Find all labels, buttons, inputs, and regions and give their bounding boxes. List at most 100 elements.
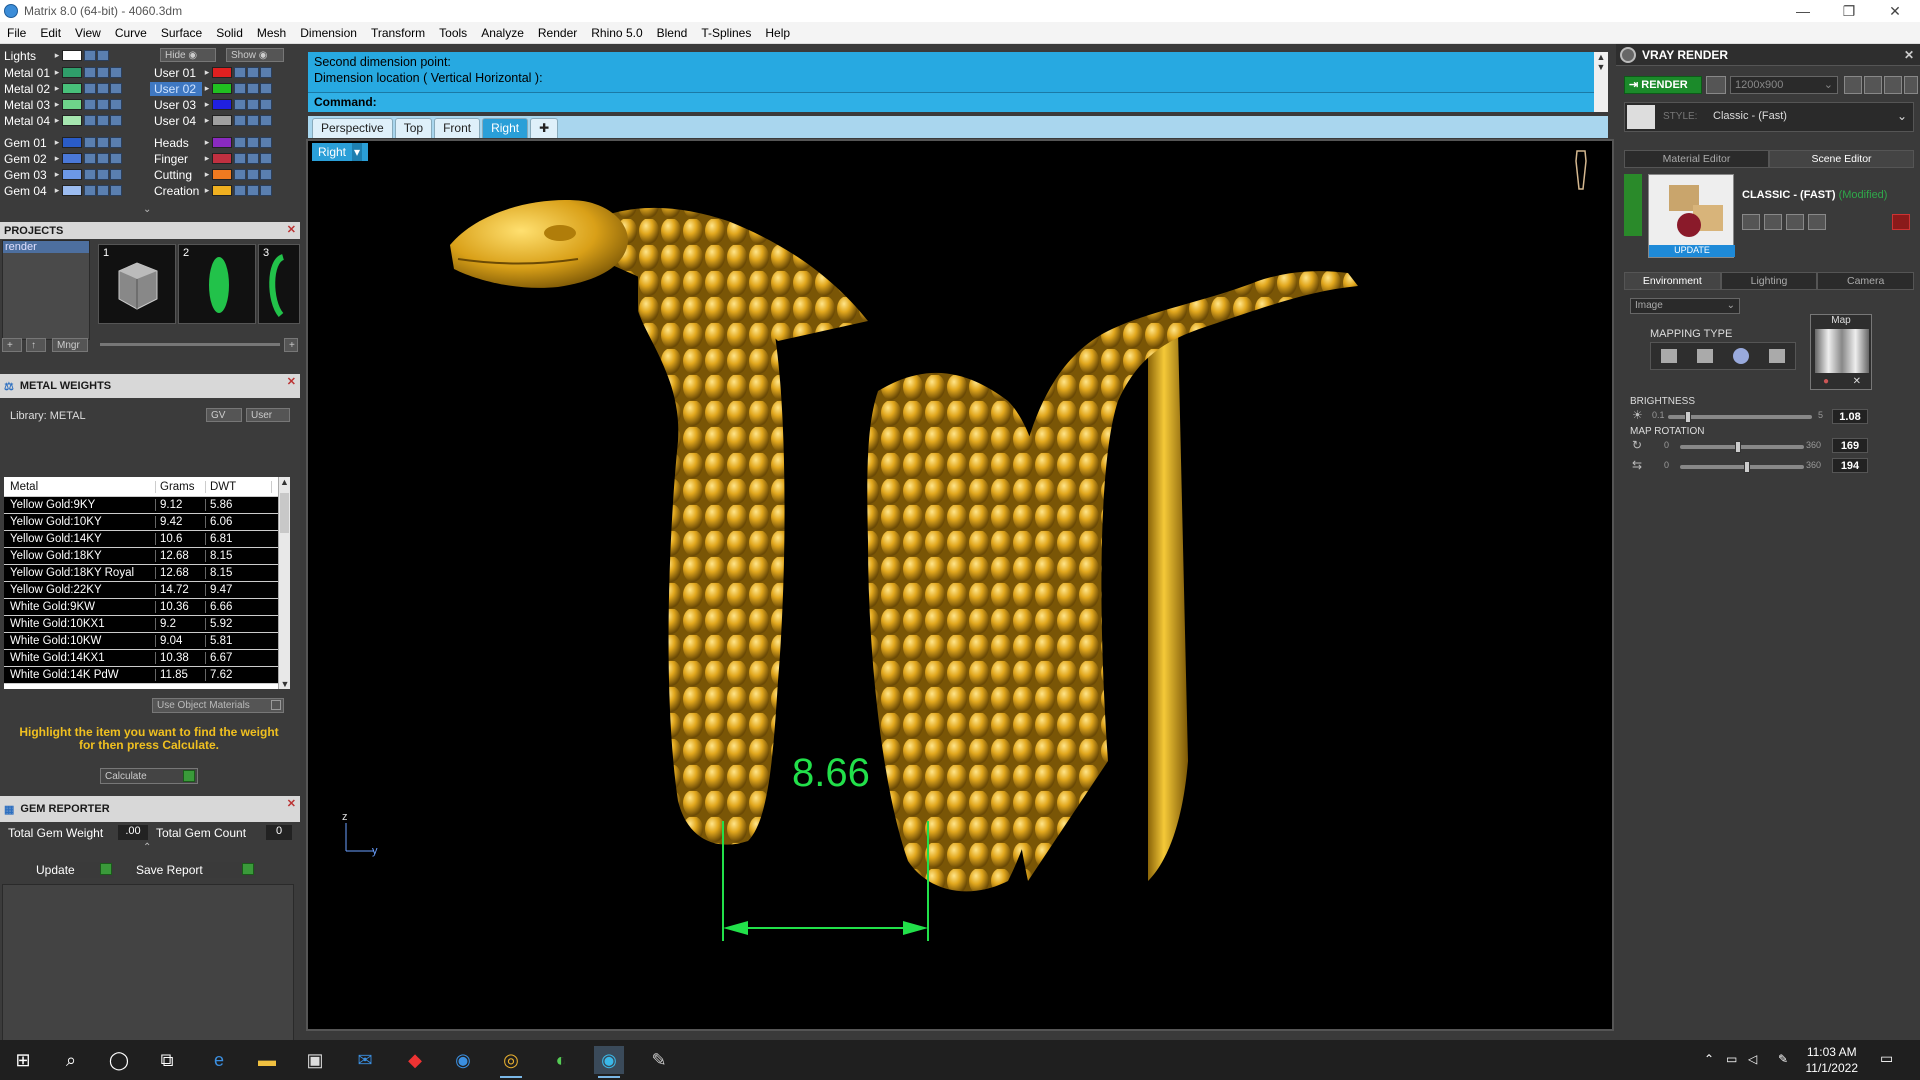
menu-rhino[interactable]: Rhino 5.0 [584, 22, 649, 44]
visibility-icon[interactable] [247, 153, 259, 164]
frame-buffer-icon[interactable] [1864, 76, 1882, 94]
visibility-icon[interactable] [97, 115, 109, 126]
layer-color-swatch[interactable] [62, 83, 82, 94]
col-metal[interactable]: Metal [4, 480, 156, 493]
layer-option-icon[interactable] [260, 115, 272, 126]
file-explorer-icon[interactable]: ▬ [252, 1046, 282, 1074]
visibility-icon[interactable] [97, 50, 109, 61]
arrow-icon[interactable]: ▸ [52, 169, 62, 180]
rotation1-slider-knob[interactable] [1735, 441, 1742, 453]
cortana-icon[interactable]: ◯ [104, 1046, 134, 1074]
lock-icon[interactable] [84, 99, 96, 110]
arrow-icon[interactable]: ▸ [202, 83, 212, 94]
project-thumb-3[interactable]: 3 [258, 244, 300, 324]
up-arrow-button[interactable]: ↑ [26, 338, 46, 352]
app-red-icon[interactable]: ◆ [400, 1046, 430, 1074]
arrow-icon[interactable]: ▸ [202, 185, 212, 196]
close-icon[interactable]: ✕ [287, 375, 296, 388]
visibility-icon[interactable] [97, 67, 109, 78]
layer-option-icon[interactable] [110, 137, 122, 148]
matrix-app-icon[interactable]: ◉ [594, 1046, 624, 1078]
lock-icon[interactable] [84, 67, 96, 78]
brightness-slider-knob[interactable] [1685, 411, 1692, 423]
add-icon[interactable] [1786, 214, 1804, 230]
style-selector[interactable]: STYLE: Classic - (Fast) ⌄ [1624, 102, 1914, 132]
layer-color-swatch[interactable] [62, 137, 82, 148]
layer-row[interactable]: Gem 04 ▸ [0, 183, 123, 198]
layer-option-icon[interactable] [260, 99, 272, 110]
layer-color-swatch[interactable] [212, 185, 232, 196]
arrow-icon[interactable]: ▸ [52, 99, 62, 110]
resolution-dropdown[interactable]: 1200x900 ⌄ [1730, 76, 1838, 94]
menu-render[interactable]: Render [531, 22, 584, 44]
add-project-button[interactable]: + [2, 338, 22, 352]
paint-app-icon[interactable]: ✎ [644, 1046, 674, 1074]
menu-curve[interactable]: Curve [108, 22, 154, 44]
clock[interactable]: 11:03 AM 11/1/2022 [1806, 1044, 1859, 1076]
table-row[interactable]: Yellow Gold:9KY 9.12 5.86 [4, 497, 286, 514]
tab-top[interactable]: Top [394, 118, 433, 138]
arrow-icon[interactable]: ▸ [52, 67, 62, 78]
app-green-icon[interactable]: ◐ [546, 1046, 576, 1074]
grid-icon[interactable] [1904, 76, 1918, 94]
environment-map-slot[interactable]: Map ● ✕ [1810, 314, 1872, 390]
lock-icon[interactable] [234, 115, 246, 126]
menu-view[interactable]: View [68, 22, 108, 44]
rotation2-value[interactable]: 194 [1832, 458, 1868, 473]
layer-row[interactable]: Metal 01 ▸ [0, 65, 123, 80]
tab-front[interactable]: Front [434, 118, 481, 138]
menu-mesh[interactable]: Mesh [250, 22, 293, 44]
layer-row[interactable]: User 03 ▸ [150, 97, 273, 112]
lock-icon[interactable] [84, 169, 96, 180]
layer-option-icon[interactable] [110, 67, 122, 78]
layer-color-swatch[interactable] [62, 153, 82, 164]
mail-icon[interactable]: ✉ [350, 1046, 380, 1074]
visibility-icon[interactable] [247, 185, 259, 196]
render-button[interactable]: ⇥ RENDER [1624, 76, 1702, 94]
lock-icon[interactable] [234, 153, 246, 164]
lock-icon[interactable] [234, 137, 246, 148]
layer-row[interactable]: Gem 03 ▸ [0, 167, 123, 182]
visibility-icon[interactable] [97, 153, 109, 164]
lock-icon[interactable] [84, 137, 96, 148]
col-dwt[interactable]: DWT [206, 480, 272, 493]
hide-button[interactable]: Hide ◉ [160, 48, 216, 62]
box-map-icon[interactable] [1697, 349, 1713, 363]
layer-option-icon[interactable] [110, 169, 122, 180]
tab-perspective[interactable]: Perspective [312, 118, 393, 138]
layer-color-swatch[interactable] [212, 137, 232, 148]
task-view-icon[interactable]: ⧉ [152, 1046, 182, 1074]
layer-option-icon[interactable] [110, 115, 122, 126]
layer-row[interactable]: Cutting ▸ [150, 167, 273, 182]
search-icon[interactable]: ⌕ [56, 1046, 86, 1074]
layer-color-swatch[interactable] [62, 50, 82, 61]
menu-surface[interactable]: Surface [154, 22, 209, 44]
layer-color-swatch[interactable] [62, 169, 82, 180]
network-icon[interactable]: ▭ [1726, 1052, 1737, 1066]
tab-material-editor[interactable]: Material Editor [1624, 150, 1769, 168]
update-button[interactable]: Update [32, 862, 114, 878]
arrow-icon[interactable]: ▸ [52, 115, 62, 126]
remove-icon[interactable] [1808, 214, 1826, 230]
edge-icon[interactable]: e [204, 1046, 234, 1074]
tab-right[interactable]: Right [482, 118, 529, 138]
lock-icon[interactable] [84, 153, 96, 164]
pen-icon[interactable]: ✎ [1778, 1052, 1788, 1066]
table-row[interactable]: Yellow Gold:22KY 14.72 9.47 [4, 582, 286, 599]
brightness-value[interactable]: 1.08 [1832, 409, 1868, 424]
menu-analyze[interactable]: Analyze [474, 22, 531, 44]
update-preview-button[interactable]: UPDATE [1649, 245, 1735, 257]
layer-row[interactable]: Gem 01 ▸ [0, 135, 123, 150]
table-row[interactable]: White Gold:10KW 9.04 5.81 [4, 633, 286, 650]
menu-file[interactable]: File [0, 22, 33, 44]
collapse-side-button[interactable] [1624, 174, 1642, 236]
lock-icon[interactable] [84, 185, 96, 196]
add-thumb-button[interactable]: + [284, 338, 298, 352]
arrow-icon[interactable]: ▸ [202, 153, 212, 164]
visibility-icon[interactable] [97, 185, 109, 196]
arrow-icon[interactable]: ▸ [202, 115, 212, 126]
rotation1-value[interactable]: 169 [1832, 438, 1868, 453]
visibility-icon[interactable] [247, 115, 259, 126]
layer-row[interactable]: Heads ▸ [150, 135, 273, 150]
table-row[interactable]: White Gold:10KX1 9.2 5.92 [4, 616, 286, 633]
